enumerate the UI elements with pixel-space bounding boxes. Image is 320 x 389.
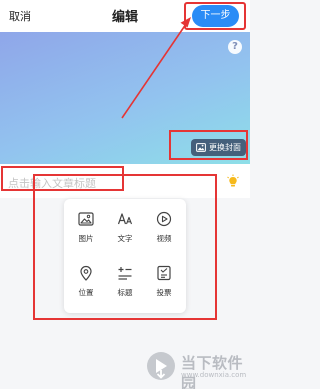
menu-item-text[interactable]: 文字 xyxy=(105,205,145,251)
change-cover-label: 更换封面 xyxy=(209,143,241,152)
heading-icon xyxy=(118,267,132,280)
menu-item-vote[interactable]: 投票 xyxy=(144,259,184,305)
menu-item-label: 位置 xyxy=(78,288,94,297)
insert-menu: 图片 文字 视频 位置 标题 投票 xyxy=(64,199,186,313)
menu-item-heading[interactable]: 标题 xyxy=(105,259,145,305)
top-bar: 取消 编辑 下一步 xyxy=(0,0,250,32)
vote-icon xyxy=(157,265,171,281)
next-step-button[interactable]: 下一步 xyxy=(192,5,239,27)
menu-item-label: 图片 xyxy=(78,234,94,243)
watermark-url: www.downxia.com xyxy=(181,371,247,379)
location-icon xyxy=(80,265,92,281)
image-icon xyxy=(78,212,94,226)
lightbulb-icon[interactable] xyxy=(226,174,240,188)
image-icon xyxy=(196,143,206,152)
title-placeholder: 点击输入文章标题 xyxy=(8,177,96,190)
change-cover-button[interactable]: 更换封面 xyxy=(191,139,246,156)
video-icon xyxy=(156,211,172,227)
menu-item-label: 投票 xyxy=(156,288,172,297)
site-watermark: 当下软件园 www.downxia.com xyxy=(145,350,247,389)
help-icon[interactable]: ? xyxy=(228,40,242,54)
menu-item-label: 标题 xyxy=(117,288,133,297)
menu-item-video[interactable]: 视频 xyxy=(144,205,184,251)
text-icon xyxy=(117,213,133,225)
menu-item-label: 视频 xyxy=(156,234,172,243)
menu-item-image[interactable]: 图片 xyxy=(66,205,106,251)
menu-item-label: 文字 xyxy=(117,234,133,243)
menu-item-location[interactable]: 位置 xyxy=(66,259,106,305)
watermark-logo-icon xyxy=(147,352,175,380)
article-title-input[interactable]: 点击输入文章标题 xyxy=(0,164,250,198)
